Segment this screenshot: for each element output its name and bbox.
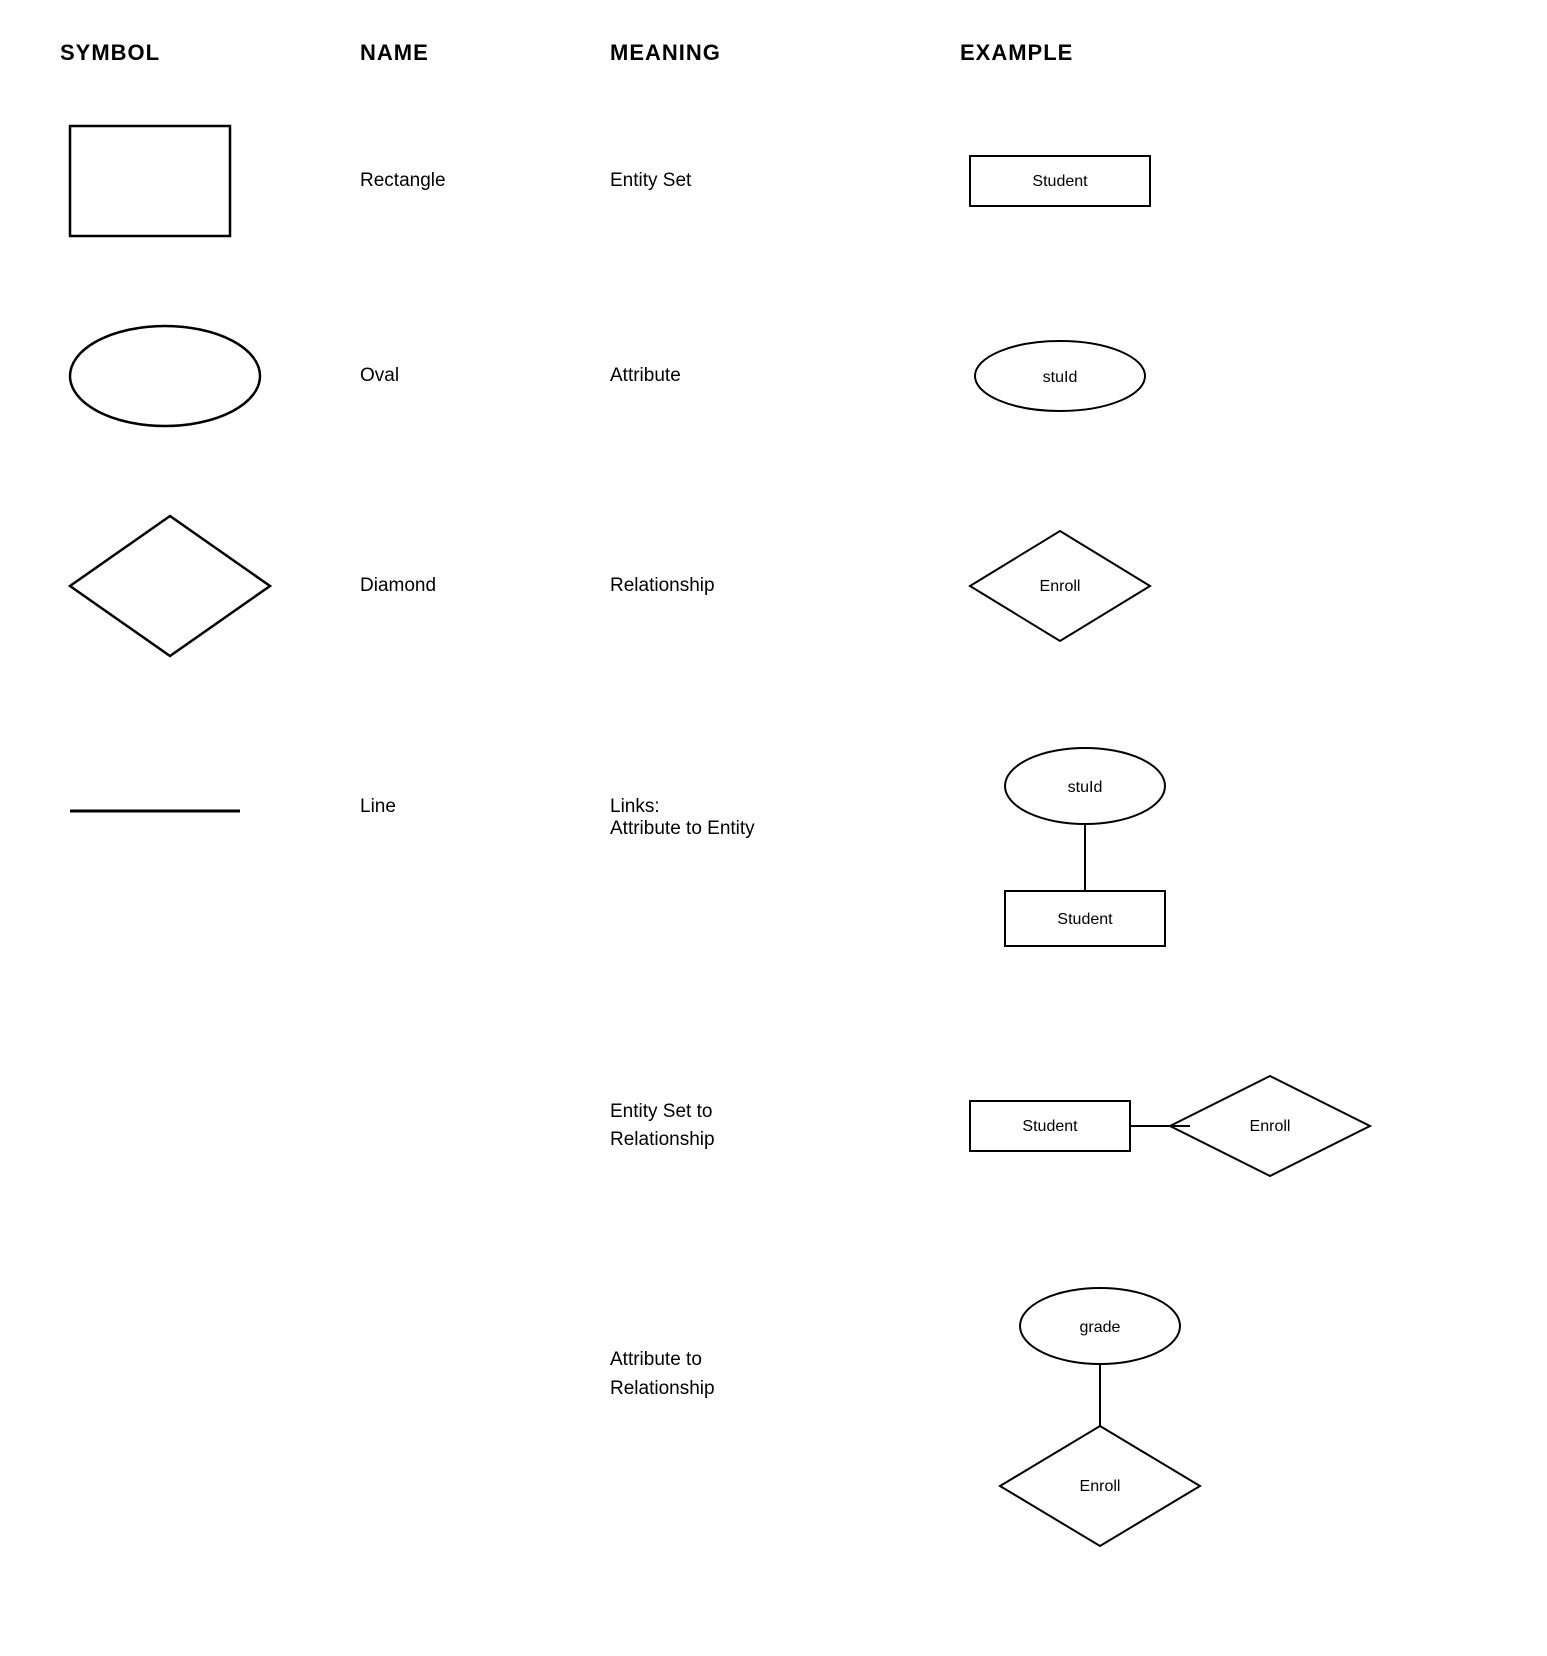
table-header: SYMBOL NAME MEANING EXAMPLE (60, 40, 1487, 76)
name-line: Line (360, 726, 610, 828)
rectangle-symbol-svg (60, 116, 250, 246)
example-line: stuId Student (960, 726, 1487, 996)
symbol-empty-2 (60, 1266, 360, 1286)
meaning-line: Links: Attribute to Entity (610, 726, 960, 850)
name-empty-1 (360, 1116, 610, 1136)
svg-text:Student: Student (1022, 1118, 1078, 1135)
symbol-empty-1 (60, 1116, 360, 1136)
svg-text:Enroll: Enroll (1250, 1118, 1291, 1135)
name-oval: Oval (360, 355, 610, 397)
table-row: Entity Set toRelationship Student Enroll (60, 1056, 1487, 1196)
oval-symbol-svg (60, 316, 270, 436)
meaning-diamond: Relationship (610, 565, 960, 607)
svg-text:stuId: stuId (1068, 779, 1103, 796)
meaning-rectangle: Entity Set (610, 160, 960, 202)
symbol-oval (60, 306, 360, 446)
meaning-entity-to-rel: Entity Set toRelationship (610, 1088, 960, 1165)
name-rectangle: Rectangle (360, 160, 610, 202)
svg-text:Enroll: Enroll (1080, 1478, 1121, 1495)
page: SYMBOL NAME MEANING EXAMPLE Rectangle En… (0, 0, 1547, 1656)
col-symbol-header: SYMBOL (60, 40, 360, 66)
example-diamond-svg: Enroll (960, 521, 1160, 651)
example-attr-to-rel-svg: grade Enroll (960, 1276, 1240, 1566)
symbol-rectangle (60, 106, 360, 256)
example-diamond: Enroll (960, 511, 1487, 661)
col-name-header: NAME (360, 40, 610, 66)
table-row: Rectangle Entity Set Student (60, 106, 1487, 256)
table-row: Line Links: Attribute to Entity stuId St… (60, 726, 1487, 996)
example-rectangle-svg: Student (960, 146, 1160, 216)
table-row: Attribute toRelationship grade Enroll (60, 1266, 1487, 1576)
example-oval-svg: stuId (960, 336, 1160, 416)
meaning-attr-to-rel: Attribute toRelationship (610, 1266, 960, 1413)
table-row: Oval Attribute stuId (60, 306, 1487, 446)
name-diamond: Diamond (360, 565, 610, 607)
example-oval: stuId (960, 326, 1487, 426)
svg-text:Student: Student (1057, 911, 1113, 928)
example-line-svg: stuId Student (960, 736, 1210, 986)
svg-text:stuId: stuId (1043, 369, 1078, 386)
table-row: Diamond Relationship Enroll (60, 496, 1487, 676)
example-attr-to-rel: grade Enroll (960, 1266, 1487, 1576)
symbol-line (60, 726, 360, 836)
svg-text:grade: grade (1080, 1319, 1121, 1336)
symbol-diamond (60, 496, 360, 676)
svg-text:Enroll: Enroll (1040, 578, 1081, 595)
meaning-oval: Attribute (610, 355, 960, 397)
example-entity-to-rel-svg: Student Enroll (960, 1066, 1380, 1186)
svg-text:Student: Student (1032, 173, 1088, 190)
col-meaning-header: MEANING (610, 40, 960, 66)
col-example-header: EXAMPLE (960, 40, 1487, 66)
example-entity-to-rel: Student Enroll (960, 1056, 1487, 1196)
line-symbol-svg (60, 796, 250, 826)
diamond-symbol-svg (60, 506, 280, 666)
name-empty-2 (360, 1266, 610, 1286)
example-rectangle: Student (960, 136, 1487, 226)
